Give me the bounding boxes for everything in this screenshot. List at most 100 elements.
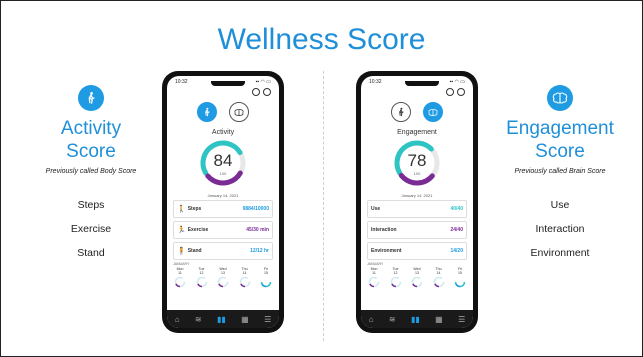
walking-person-icon (78, 85, 104, 111)
day-number: 13 (221, 271, 225, 275)
top-icons (446, 88, 465, 96)
chart-icon[interactable]: ▮▮ (217, 315, 226, 324)
score-row-interaction[interactable]: Interaction 24/40 (367, 221, 467, 239)
row-label: Interaction (371, 227, 397, 233)
row-label: Use (371, 206, 381, 212)
brain-icon (547, 85, 573, 111)
tab-activity[interactable] (391, 102, 411, 122)
bottom-nav: ⌂ ≋ ▮▮ ▦ ☰ (361, 310, 473, 328)
activity-item: Steps (77, 199, 105, 211)
day-ring (260, 276, 272, 288)
day-ring (433, 276, 444, 288)
engagement-score-title-line1: Engagement (506, 118, 614, 139)
history-day[interactable]: Wed 13 (216, 267, 230, 288)
score-row-stand[interactable]: 🧍 Stand 12/12 hr (173, 242, 273, 260)
brain-icon (234, 108, 244, 116)
row-value: 14/20 (450, 248, 463, 254)
day-ring (368, 276, 380, 288)
calendar-icon[interactable]: ▦ (241, 315, 249, 324)
history-days: Mon 11 Tue 12 Wed 13 Thu 14 Fri 15 (173, 267, 273, 288)
engagement-score-title-line2: Score (535, 141, 585, 162)
activity-score-title-line2: Score (66, 141, 116, 162)
engagement-score-subtitle: Previously called Brain Score (514, 168, 606, 175)
row-value: 40/40 (450, 206, 463, 212)
history-strip: JANUARY Mon 11 Tue 12 Wed 13 Thu 14 Fri 15 (367, 262, 467, 288)
bottom-nav: ⌂ ≋ ▮▮ ▦ ☰ (167, 310, 279, 328)
phone-screen: 10:32 ▪▪ ◠ ▭ Activity 84 100 January 14,… (167, 76, 279, 328)
score-row-use[interactable]: Use 40/40 (367, 200, 467, 218)
chart-icon[interactable]: ▮▮ (411, 315, 420, 324)
row-value: 9884/10000 (242, 206, 269, 212)
phone-engagement: 10:32 ▪▪ ◠ ▭ Engagement 78 100 January 1… (356, 71, 478, 333)
help-icon[interactable] (446, 88, 454, 96)
day-number: 11 (178, 271, 182, 275)
running-icon: 🏃 (177, 227, 186, 234)
engagement-score-panel: Engagement Score Previously called Brain… (487, 85, 633, 265)
day-ring (239, 276, 250, 288)
score-date: January 14, 2021 (207, 193, 239, 198)
day-number: 12 (393, 271, 398, 275)
history-day[interactable]: Thu 14 (432, 267, 446, 288)
history-day[interactable]: Mon 11 (173, 267, 187, 288)
day-ring (196, 276, 207, 288)
history-day[interactable]: Fri 15 (453, 267, 467, 288)
row-value: 24/40 (450, 227, 463, 233)
activity-nav-icon[interactable]: ≋ (195, 315, 202, 324)
history-day[interactable]: Tue 12 (389, 267, 403, 288)
history-day[interactable]: Thu 14 (238, 267, 252, 288)
signal-icon: ▪▪ ◠ ▭ (255, 79, 271, 85)
engagement-item: Use (550, 199, 570, 211)
row-label: Exercise (187, 227, 209, 233)
home-icon[interactable]: ⌂ (369, 315, 374, 324)
row-label: Stand (187, 248, 202, 254)
row-label: Environment (371, 248, 402, 254)
activity-score-title-line1: Activity (60, 118, 122, 139)
score-date: January 14, 2021 (401, 193, 433, 198)
day-number: 14 (242, 271, 247, 275)
score-row-exercise[interactable]: 🏃 Exercise 45/30 min (173, 221, 273, 239)
row-value: 45/30 min (246, 227, 269, 233)
menu-icon[interactable]: ☰ (458, 315, 465, 324)
score-max: 100 (219, 171, 227, 176)
brain-icon (428, 108, 438, 116)
home-icon[interactable]: ⌂ (175, 315, 180, 324)
score-value: 84 (213, 151, 233, 170)
tab-engagement[interactable] (423, 102, 443, 122)
day-ring (454, 276, 466, 288)
score-rows: Use 40/40 Interaction 24/40 Environment … (367, 200, 467, 263)
help-icon[interactable] (252, 88, 260, 96)
history-day[interactable]: Tue 12 (195, 267, 209, 288)
score-tabs (361, 102, 473, 122)
day-number: 14 (436, 271, 441, 275)
day-ring (411, 276, 423, 288)
status-bar: 10:32 ▪▪ ◠ ▭ (369, 79, 465, 85)
day-number: 15 (458, 271, 462, 275)
screen-name: Activity (211, 129, 235, 136)
score-row-steps[interactable]: 🚶 Steps 9884/10000 (173, 200, 273, 218)
history-strip: JANUARY Mon 11 Tue 12 Wed 13 Thu 14 Fri 15 (173, 262, 273, 288)
activity-score-panel: Activity Score Previously called Body Sc… (21, 85, 161, 265)
activity-nav-icon[interactable]: ≋ (389, 315, 396, 324)
history-label: JANUARY (367, 262, 384, 266)
profile-icon[interactable] (263, 88, 271, 96)
day-number: 13 (415, 271, 419, 275)
history-label: JANUARY (173, 262, 190, 266)
history-day[interactable]: Fri 15 (259, 267, 273, 288)
score-row-environment[interactable]: Environment 14/20 (367, 242, 467, 260)
signal-icon: ▪▪ ◠ ▭ (449, 79, 465, 85)
screen-name: Engagement (397, 129, 437, 136)
day-number: 11 (372, 271, 376, 275)
menu-icon[interactable]: ☰ (264, 315, 271, 324)
profile-icon[interactable] (457, 88, 465, 96)
page-title: Wellness Score (217, 23, 426, 56)
engagement-item: Interaction (535, 223, 585, 235)
history-day[interactable]: Mon 11 (367, 267, 381, 288)
history-day[interactable]: Wed 13 (410, 267, 424, 288)
activity-score-subtitle: Previously called Body Score (45, 168, 137, 175)
phone-activity: 10:32 ▪▪ ◠ ▭ Activity 84 100 January 14,… (162, 71, 284, 333)
tab-activity[interactable] (197, 102, 217, 122)
walking-person-icon (399, 107, 404, 117)
tab-engagement[interactable] (229, 102, 249, 122)
center-divider (323, 71, 324, 341)
calendar-icon[interactable]: ▦ (435, 315, 443, 324)
